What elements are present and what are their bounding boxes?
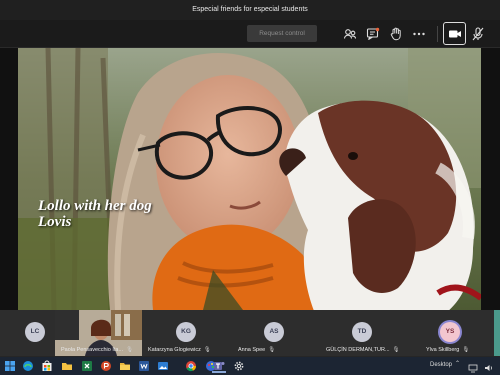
participant-name: Katarzyna Glogiewicz 🎙 [148,347,211,353]
avatar: AS [264,322,284,342]
volume-icon[interactable] [484,360,494,371]
participant-gallery: LC Paola Pensavecchio Ita... 🎙 KG Katarzy… [0,310,500,357]
participant-name: GÜLÇİN DERMAN,TUR... 🎙 [326,347,400,353]
network-icon[interactable] [468,360,478,373]
participant-tile[interactable]: LC [0,310,55,356]
participant-tile[interactable]: AS Anna Spee 🎙 [230,310,318,356]
chat-icon[interactable] [365,26,381,42]
participant-tile[interactable]: KG Katarzyna Glogiewicz 🎙 [142,310,230,356]
camera-toggle-button[interactable] [443,22,466,45]
raise-hand-icon[interactable] [388,26,404,42]
folder-icon[interactable] [118,359,132,373]
request-control-button[interactable]: Request control [247,25,317,42]
photo-caption: Lollo with her dog Lovis [38,198,152,230]
word-icon[interactable] [137,359,151,373]
participant-name: Anna Spee 🎙 [238,347,276,353]
microphone-muted-icon: 🎙 [392,347,400,353]
participant-tile[interactable]: TD GÜLÇİN DERMAN,TUR... 🎙 [318,310,406,356]
more-options-icon[interactable] [411,26,427,42]
stage-right-gutter [481,48,500,310]
microphone-icon [472,27,484,41]
photos-icon[interactable] [156,359,170,373]
caption-line-2: Lovis [38,214,72,230]
start-icon[interactable] [3,359,17,373]
participant-name: Paola Pensavecchio Ita... 🎙 [61,347,134,353]
participant-name: Ylva Skillberg 🎙 [426,347,470,353]
microphone-muted-icon: 🎙 [462,347,470,353]
participant-tile[interactable]: YS Ylva Skillberg 🎙 [406,310,494,356]
avatar: KG [176,322,196,342]
teams-icon[interactable] [212,359,226,373]
camera-icon [449,30,461,38]
avatar: YS [440,322,460,342]
avatar: TD [352,322,372,342]
windows-taskbar: Desktop ⌃ [0,357,500,375]
edge-icon[interactable] [21,359,35,373]
gallery-overflow-tile[interactable] [494,310,500,356]
participant-video-tile[interactable]: Paola Pensavecchio Ita... 🎙 [55,310,142,356]
window-title: Especial friends for especial students [0,0,500,20]
microphone-muted-icon: 🎙 [268,347,276,353]
excel-icon[interactable] [80,359,94,373]
settings-icon[interactable] [232,359,246,373]
avatar: LC [25,322,45,342]
chrome-icon[interactable] [184,359,198,373]
stage-left-gutter [0,48,18,310]
store-icon[interactable] [40,359,54,373]
microphone-muted-icon: 🎙 [203,347,211,353]
chevron-up-icon[interactable]: ⌃ [455,360,460,367]
powerpoint-icon[interactable] [99,359,113,373]
desktop-toolbar-label[interactable]: Desktop [430,362,452,368]
microphone-toggle-button[interactable] [470,26,486,42]
shared-photo [18,48,481,310]
microphone-muted-icon: 🎙 [126,347,134,353]
caption-line-1: Lollo with her dog [38,198,152,214]
shared-content-stage[interactable]: Lollo with her dog Lovis [18,48,481,310]
participants-icon[interactable] [342,26,358,42]
file-explorer-icon[interactable] [60,359,74,373]
toolbar-divider [437,26,438,42]
meeting-toolbar: Request control [0,20,500,48]
